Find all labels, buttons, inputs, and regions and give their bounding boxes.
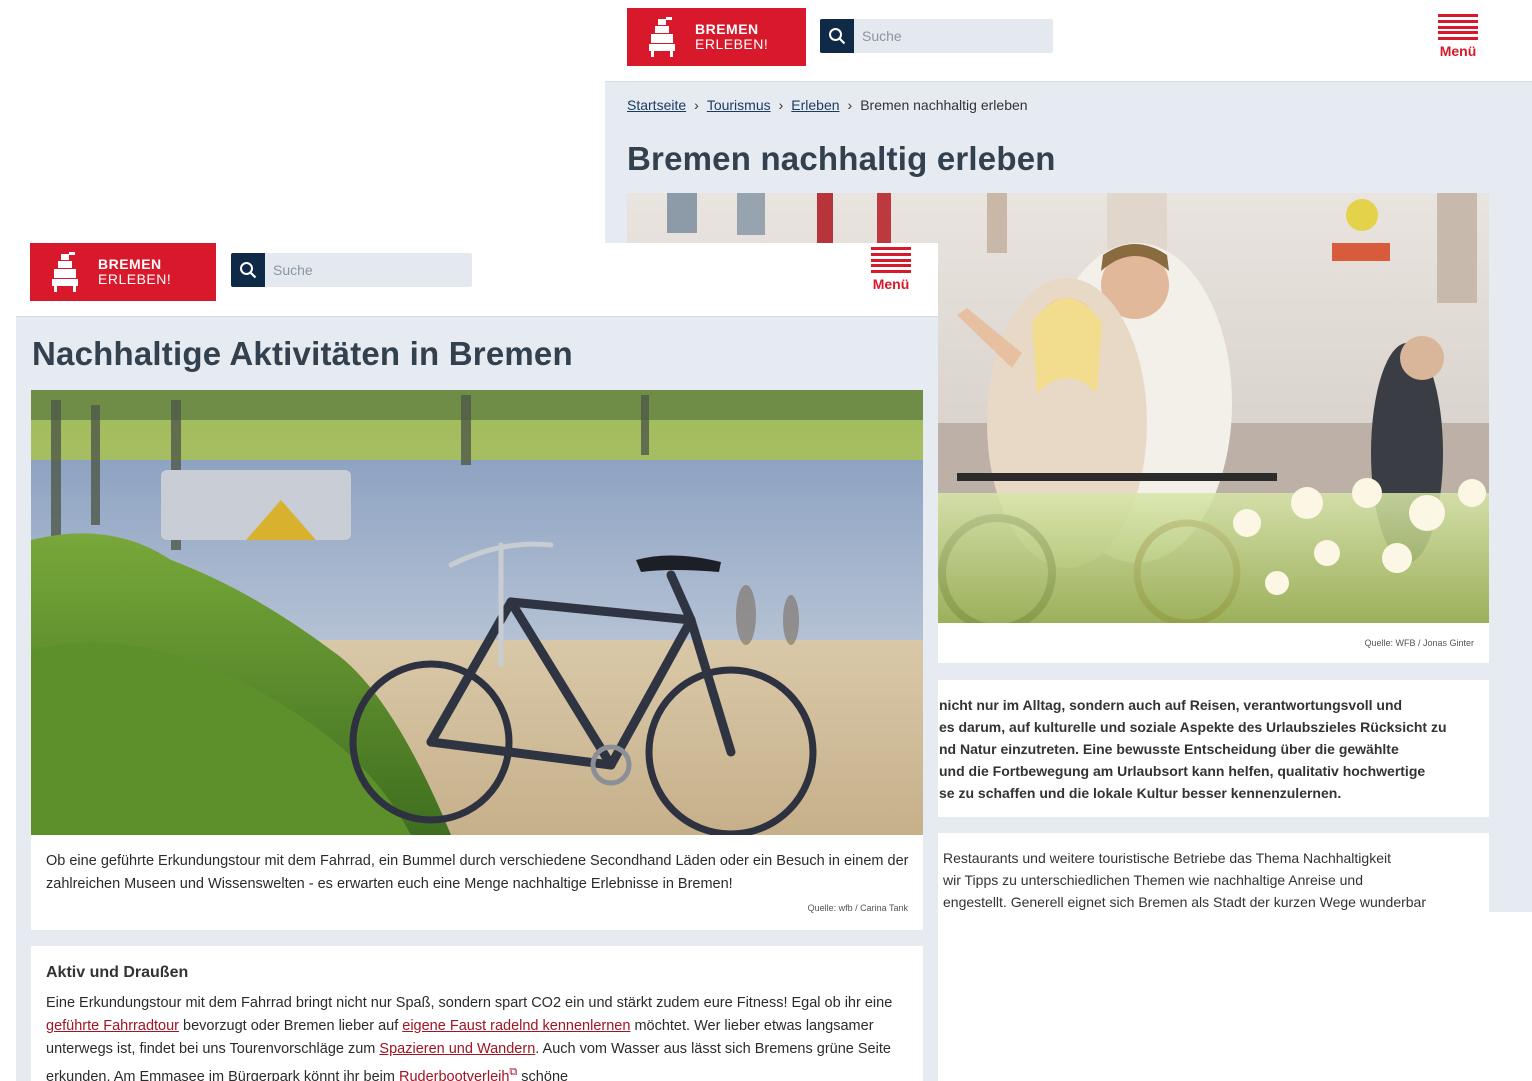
section-text: bevorzugt oder Bremen lieber auf [179,1018,403,1034]
bremen-erleben-logo[interactable]: BREMEN ERLEBEN! [30,243,216,301]
search-input[interactable] [265,253,472,287]
hero-card: Ob eine geführte Erkundungstour mit dem … [31,390,923,930]
chevron-right-icon: › [847,97,853,113]
search-bar [820,19,1053,53]
link-ruderbootverleih[interactable]: Ruderbootverleih [399,1069,509,1081]
body-line: wir Tipps zu unterschiedlichen Themen wi… [943,872,1363,888]
breadcrumb-link-startseite[interactable]: Startseite [627,97,686,113]
menu-button[interactable]: Menü [1438,14,1478,59]
menu-label: Menü [872,276,910,292]
search-icon[interactable] [231,253,265,287]
link-eigene-faust[interactable]: eigene Faust radelnd kennenlernen [402,1018,630,1034]
search-bar [231,253,472,287]
logo-line-1: BREMEN [695,21,759,37]
hamburger-menu-icon [1438,14,1478,40]
section-text: Eine Erkundungstour mit dem Fahrrad brin… [46,995,893,1011]
front-page-screenshot: BREMEN ERLEBEN! Menü Nachhaltige Aktivit… [16,243,938,1081]
page-title: Nachhaltige Aktivitäten in Bremen [32,335,573,372]
body-line: Restaurants und weitere touristische Bet… [943,850,1391,866]
header: BREMEN ERLEBEN! Menü [605,0,1532,82]
section-text: schöne [517,1068,569,1081]
chevron-right-icon: › [778,97,784,113]
bremen-erleben-logo[interactable]: BREMEN ERLEBEN! [627,8,806,66]
logo-line-2: ERLEBEN! [98,271,172,287]
section-heading: Aktiv und Draußen [46,964,189,981]
header: BREMEN ERLEBEN! Menü [16,243,938,317]
intro-line: nd Natur einzutreten. Eine bewusste Ents… [939,741,1399,757]
logo-line-2: ERLEBEN! [695,36,769,52]
bremen-town-musicians-logo-icon [641,15,685,59]
search-icon[interactable] [820,19,854,53]
breadcrumb-current: Bremen nachhaltig erleben [860,97,1028,113]
link-spazieren-und-wandern[interactable]: Spazieren und Wandern [379,1041,535,1057]
section-card-aktiv: Aktiv und Draußen Eine Erkundungstour mi… [31,946,923,1081]
image-credit: Quelle: WFB / Jonas Ginter [1364,638,1474,648]
intro-line: und die Fortbewegung am Urlaubsort kann … [939,763,1426,779]
link-gefuehrte-fahrradtour[interactable]: geführte Fahrradtour [46,1018,179,1034]
intro-line: es darum, auf kulturelle und soziale Asp… [939,719,1447,735]
section-paragraph: Eine Erkundungstour mit dem Fahrrad brin… [46,992,908,1081]
menu-label: Menü [1439,43,1477,59]
intro-line: nicht nur im Alltag, sondern auch auf Re… [939,697,1403,713]
search-input[interactable] [854,19,1053,53]
chevron-right-icon: › [694,97,699,113]
hero-image-bicycle-by-river [31,390,923,835]
logo-line-1: BREMEN [98,256,162,272]
body-line: engestellt. Generell eignet sich Bremen … [943,894,1427,910]
breadcrumb-link-tourismus[interactable]: Tourismus [707,97,771,113]
menu-button[interactable]: Menü [871,247,911,292]
bremen-town-musicians-logo-icon [44,250,88,294]
intro-line: se zu schaffen und die lokale Kultur bes… [939,785,1342,801]
intro-paragraph: Ob eine geführte Erkundungstour mit dem … [46,853,909,892]
page-title: Bremen nachhaltig erleben [627,140,1056,177]
breadcrumb: Startseite › Tourismus › Erleben › Breme… [627,97,1028,113]
image-credit: Quelle: wfb / Carina Tank [807,903,908,913]
breadcrumb-link-erleben[interactable]: Erleben [791,97,839,113]
hamburger-menu-icon [871,247,911,273]
